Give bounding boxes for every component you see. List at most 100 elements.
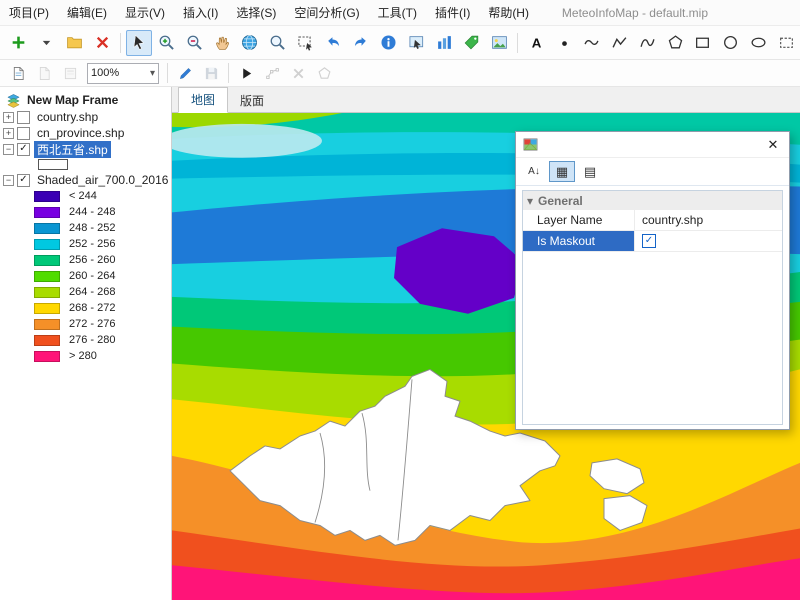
legend-color-swatch[interactable] — [34, 303, 60, 314]
start-edit-button[interactable] — [173, 62, 197, 84]
freehand-tool-button[interactable] — [634, 30, 660, 56]
property-row-layer-name[interactable]: Layer Name country.shp — [523, 210, 782, 231]
redo-button[interactable] — [348, 30, 374, 56]
select-tool-button[interactable] — [126, 30, 152, 56]
zoom-in-button[interactable] — [154, 30, 180, 56]
layer-visible-checkbox[interactable] — [17, 143, 30, 156]
dialog-titlebar[interactable] — [516, 132, 789, 158]
legend-item-3[interactable]: 252 - 256 — [0, 236, 171, 252]
sort-alphabetical-button[interactable] — [521, 161, 547, 182]
legend-item-0[interactable]: < 244 — [0, 188, 171, 204]
text-tool-button[interactable]: A — [523, 30, 549, 56]
zoom-level-combo[interactable]: 100% — [87, 63, 159, 84]
legend-color-swatch[interactable] — [34, 239, 60, 250]
insert-image-button[interactable] — [487, 30, 513, 56]
expander-icon[interactable] — [3, 128, 14, 139]
rectangle-tool-button[interactable] — [690, 30, 716, 56]
menu-item-3[interactable]: 插入(I) — [174, 0, 227, 25]
chevron-down-icon[interactable] — [150, 67, 155, 79]
page-setup-button[interactable] — [32, 62, 56, 84]
legend-color-swatch[interactable] — [34, 287, 60, 298]
add-layer-button[interactable] — [6, 30, 32, 56]
legend-color-swatch[interactable] — [34, 207, 60, 218]
layer-item-1[interactable]: cn_province.shp — [0, 125, 171, 141]
legend-item-5[interactable]: 260 - 264 — [0, 268, 171, 284]
legend-color-swatch[interactable] — [34, 191, 60, 202]
legend-item-8[interactable]: 272 - 276 — [0, 316, 171, 332]
identify-button[interactable] — [376, 30, 402, 56]
property-row-is-maskout[interactable]: Is Maskout — [523, 231, 782, 252]
layer-symbol-swatch[interactable] — [38, 159, 68, 170]
select-graphics-button[interactable] — [773, 30, 799, 56]
layer-label[interactable]: 西北五省.shp — [34, 141, 111, 158]
legend-color-swatch[interactable] — [34, 351, 60, 362]
layer-visible-checkbox[interactable] — [17, 111, 30, 124]
menu-item-5[interactable]: 空间分析(G) — [285, 0, 368, 25]
remove-layer-button[interactable] — [89, 30, 115, 56]
legend-color-swatch[interactable] — [34, 319, 60, 330]
select-feature-button[interactable] — [403, 30, 429, 56]
attribute-table-button[interactable] — [431, 30, 457, 56]
legend-item-1[interactable]: 244 - 248 — [0, 204, 171, 220]
legend-item-6[interactable]: 264 - 268 — [0, 284, 171, 300]
legend-item-9[interactable]: 276 - 280 — [0, 332, 171, 348]
select-by-rect-button[interactable] — [292, 30, 318, 56]
menu-item-7[interactable]: 插件(I) — [426, 0, 479, 25]
zoom-out-button[interactable] — [181, 30, 207, 56]
dialog-close-button[interactable] — [764, 136, 782, 154]
map-frame-item[interactable]: New Map Frame — [0, 91, 171, 109]
layer-label[interactable]: country.shp — [34, 110, 101, 124]
edit-vertex-button[interactable] — [260, 62, 284, 84]
category-general[interactable]: General — [523, 191, 782, 210]
ellipse-tool-button[interactable] — [745, 30, 771, 56]
categorized-view-button[interactable] — [549, 161, 575, 182]
legend-color-swatch[interactable] — [34, 271, 60, 282]
print-preview-button[interactable] — [58, 62, 82, 84]
expander-icon[interactable] — [3, 175, 14, 186]
menu-item-4[interactable]: 选择(S) — [227, 0, 285, 25]
property-pages-button[interactable] — [577, 161, 603, 182]
full-extent-button[interactable] — [237, 30, 263, 56]
pan-button[interactable] — [209, 30, 235, 56]
undo-button[interactable] — [320, 30, 346, 56]
menu-item-1[interactable]: 编辑(E) — [58, 0, 116, 25]
legend-color-swatch[interactable] — [34, 223, 60, 234]
menu-item-6[interactable]: 工具(T) — [369, 0, 426, 25]
edit-feature-button[interactable] — [234, 62, 258, 84]
tab-layout[interactable]: 版面 — [228, 89, 276, 113]
legend-item-4[interactable]: 256 - 260 — [0, 252, 171, 268]
legend-color-swatch[interactable] — [34, 335, 60, 346]
menu-item-0[interactable]: 项目(P) — [0, 0, 58, 25]
layer-visible-checkbox[interactable] — [17, 174, 30, 187]
layer-visible-checkbox[interactable] — [17, 127, 30, 140]
legend-item-10[interactable]: > 280 — [0, 348, 171, 364]
expander-icon[interactable] — [3, 144, 14, 155]
circle-tool-button[interactable] — [718, 30, 744, 56]
label-button[interactable] — [459, 30, 485, 56]
map-canvas[interactable]: General Layer Name country.shp Is Maskou… — [172, 113, 800, 600]
legend-item-7[interactable]: 268 - 272 — [0, 300, 171, 316]
polygon-tool-button[interactable] — [662, 30, 688, 56]
expander-icon[interactable] — [3, 112, 14, 123]
menu-item-2[interactable]: 显示(V) — [116, 0, 174, 25]
point-tool-button[interactable] — [551, 30, 577, 56]
open-file-button[interactable] — [62, 30, 88, 56]
tab-map[interactable]: 地图 — [178, 87, 228, 113]
layer-item-2[interactable]: 西北五省.shp — [0, 141, 171, 157]
maskout-checkbox[interactable] — [642, 234, 656, 248]
layer-label[interactable]: Shaded_air_700.0_2016 — [34, 173, 171, 187]
menu-item-8[interactable]: 帮助(H) — [479, 0, 538, 25]
polyline-tool-button[interactable] — [607, 30, 633, 56]
legend-color-swatch[interactable] — [34, 255, 60, 266]
zoom-to-layer-button[interactable] — [265, 30, 291, 56]
layer-item-3[interactable]: Shaded_air_700.0_2016 — [0, 172, 171, 188]
legend-item-2[interactable]: 248 - 252 — [0, 220, 171, 236]
new-layout-button[interactable] — [6, 62, 30, 84]
reshape-feature-button[interactable] — [312, 62, 336, 84]
property-value[interactable]: country.shp — [635, 210, 782, 230]
save-edit-button[interactable] — [199, 62, 223, 84]
layer-item-0[interactable]: country.shp — [0, 109, 171, 125]
curve-tool-button[interactable] — [579, 30, 605, 56]
add-layer-dropdown[interactable] — [34, 30, 60, 56]
delete-feature-button[interactable] — [286, 62, 310, 84]
